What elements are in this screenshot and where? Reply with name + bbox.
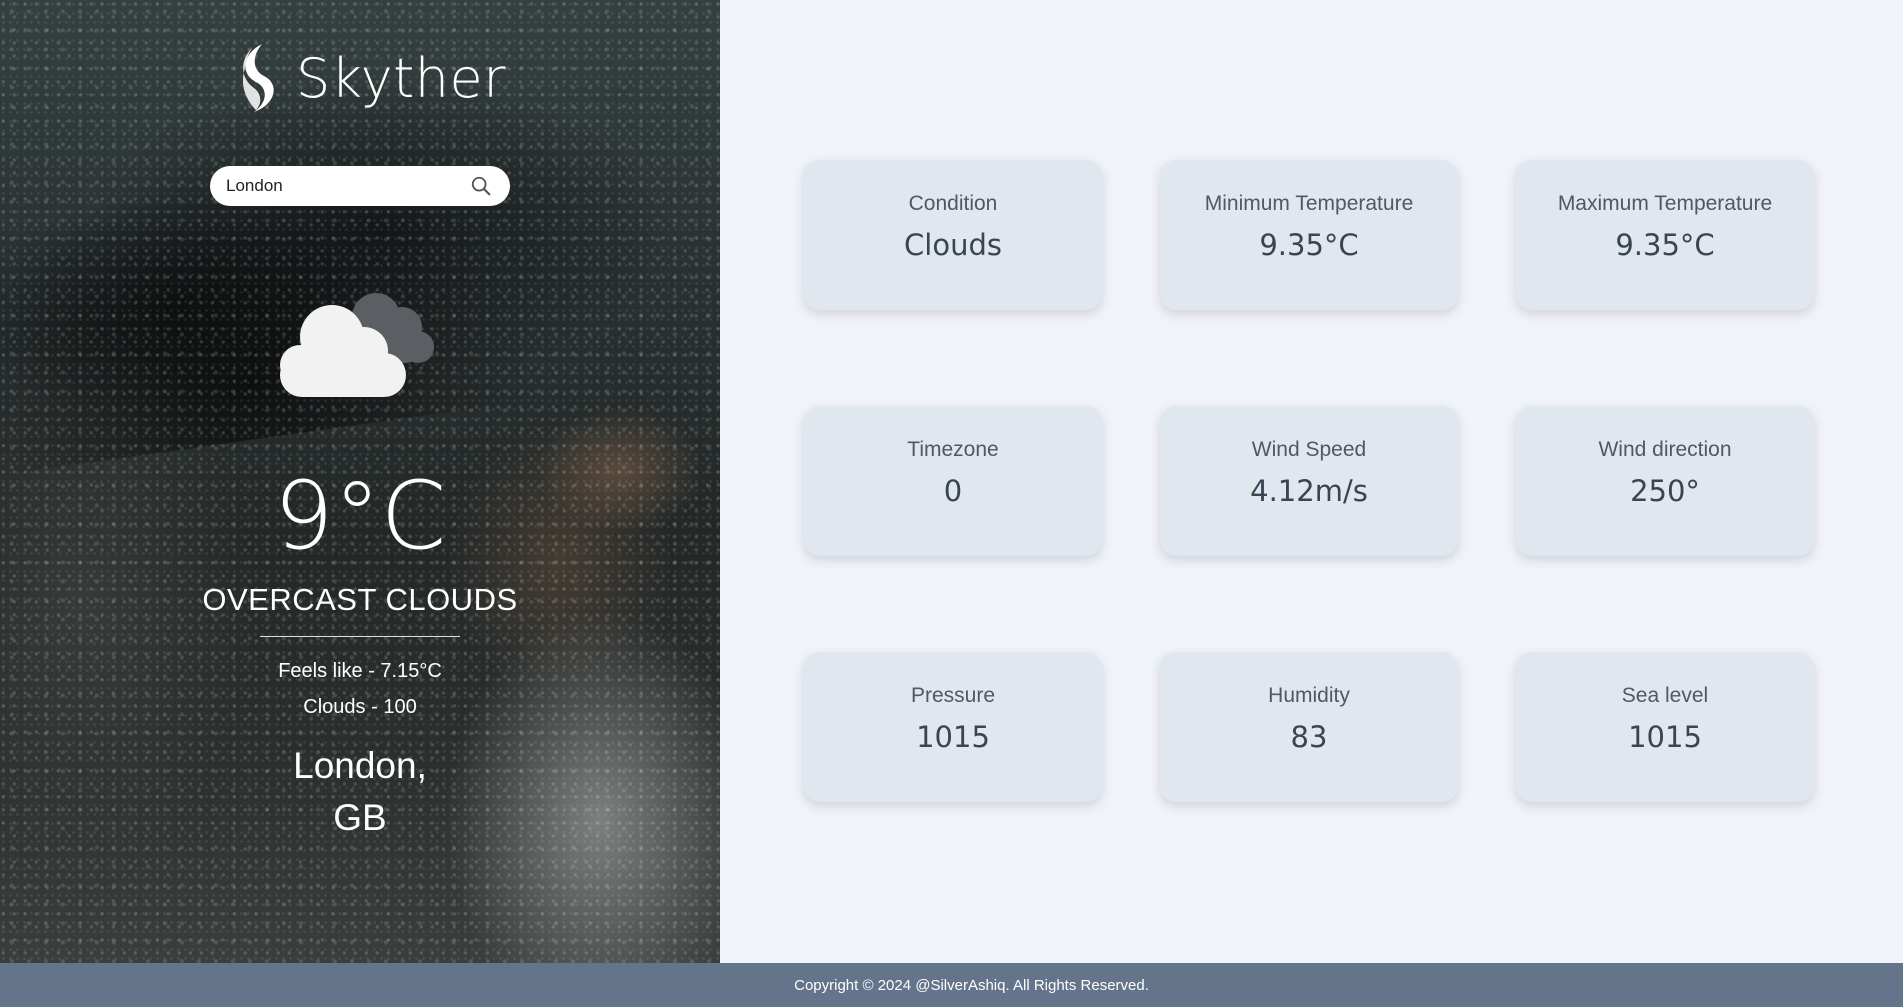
card-label: Humidity (1268, 684, 1350, 707)
logo-swirl-icon (242, 44, 274, 112)
card-label: Minimum Temperature (1204, 192, 1414, 215)
weather-sidebar: Skyther 9°C OVERCAST CLOU (0, 0, 720, 963)
card-min-temperature: Minimum Temperature 9.35°C (1160, 160, 1458, 310)
card-humidity: Humidity 83 (1160, 652, 1458, 802)
card-value: 83 (1290, 720, 1328, 754)
card-label: Wind direction (1598, 438, 1732, 461)
app-logo: Skyther (232, 40, 506, 116)
country-code: GB (333, 797, 387, 838)
card-condition: Condition Clouds (804, 160, 1102, 310)
app-name: Skyther (296, 46, 506, 110)
card-timezone: Timezone 0 (804, 406, 1102, 556)
card-value: Clouds (904, 228, 1002, 262)
card-value: 1015 (916, 720, 990, 754)
current-temperature: 9°C (273, 462, 447, 571)
card-value: 4.12m/s (1250, 474, 1368, 508)
current-weather: Skyther 9°C OVERCAST CLOU (0, 0, 720, 963)
card-label: Timezone (907, 438, 999, 461)
card-value: 0 (943, 474, 963, 508)
weather-details: Condition Clouds Minimum Temperature 9.3… (720, 0, 1903, 963)
card-label: Condition (908, 192, 998, 215)
clouds-percentage: Clouds - 100 (303, 696, 417, 718)
card-max-temperature: Maximum Temperature 9.35°C (1516, 160, 1814, 310)
card-pressure: Pressure 1015 (804, 652, 1102, 802)
location: London, GB (0, 740, 720, 844)
copyright-text: Copyright © 2024 @SilverAshiq. All Right… (794, 976, 1149, 994)
cloud-icon (280, 293, 434, 397)
card-sea-level: Sea level 1015 (1516, 652, 1814, 802)
card-value: 9.35°C (1615, 228, 1715, 262)
search-input[interactable] (226, 176, 470, 196)
footer: Copyright © 2024 @SilverAshiq. All Right… (0, 963, 1903, 1007)
card-label: Sea level (1621, 684, 1709, 707)
feels-like: Feels like - 7.15°C (278, 660, 442, 682)
card-wind-speed: Wind Speed 4.12m/s (1160, 406, 1458, 556)
card-wind-direction: Wind direction 250° (1516, 406, 1814, 556)
weather-description: OVERCAST CLOUDS (202, 582, 518, 617)
search-icon[interactable] (470, 175, 492, 197)
card-label: Wind Speed (1251, 438, 1367, 461)
card-label: Pressure (910, 684, 996, 707)
card-label: Maximum Temperature (1557, 192, 1773, 215)
divider (260, 636, 460, 637)
card-value: 250° (1630, 474, 1700, 508)
city-name: London, (293, 745, 427, 786)
city-search[interactable] (210, 166, 510, 206)
card-value: 9.35°C (1259, 228, 1359, 262)
card-value: 1015 (1628, 720, 1702, 754)
